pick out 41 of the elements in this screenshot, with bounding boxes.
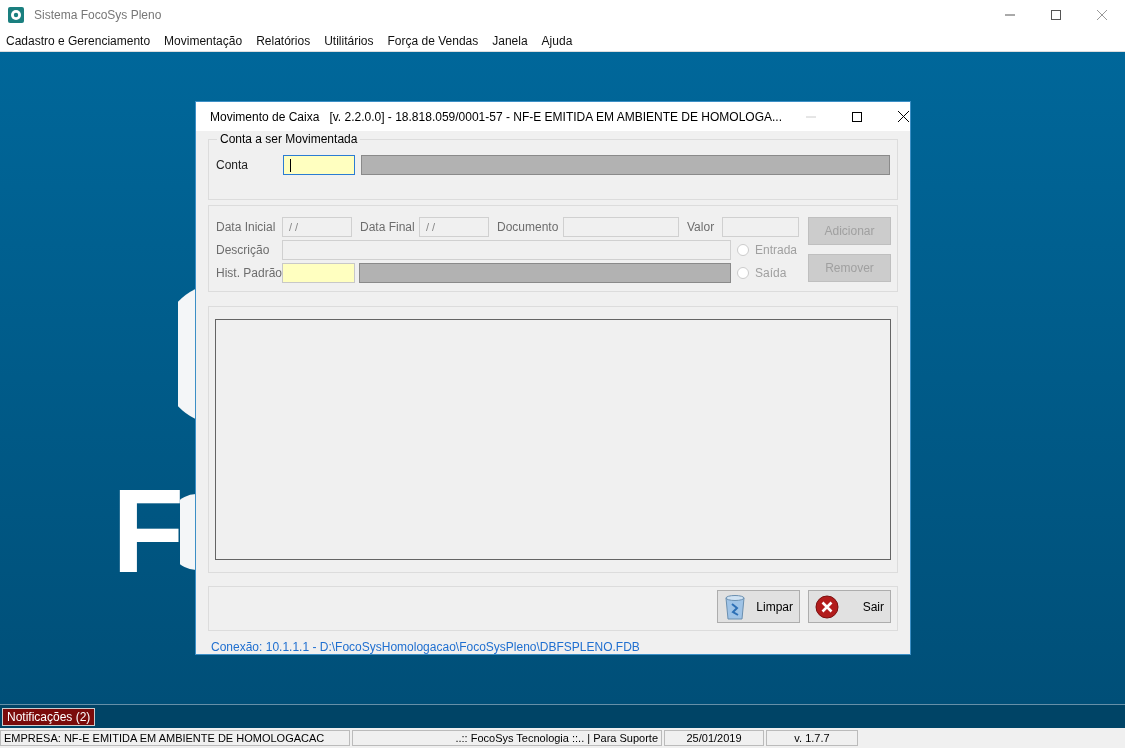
field-label: Valor [687,220,716,234]
status-bar-cell: 25/01/2019 [664,730,764,746]
status-bar-cell: ..:: FocoSys Tecnologia ::.. | Para Suporte [352,730,662,746]
minimize-icon[interactable] [1005,14,1015,16]
menu-item[interactable]: Força de Vendas [387,33,479,48]
background-logo-text: F [112,472,185,590]
field-label: Data Final [360,220,416,234]
status-bar-cell: v. 1.7.7 [766,730,858,746]
menu-item[interactable]: Ajuda [541,33,573,48]
trash-can-icon [724,593,746,620]
window-title: Sistema FocoSys Pleno [34,8,162,22]
field-label: Hist. Padrão [216,266,282,280]
history-name-field[interactable] [359,263,731,283]
maximize-icon[interactable] [852,111,862,122]
clear-button[interactable]: Limpar [717,590,800,623]
history-code-field[interactable] [282,263,355,283]
data-grid[interactable] [215,319,891,560]
menu-item[interactable]: Janela [492,33,528,48]
notifications-button[interactable]: Notificações (2) [2,707,96,726]
document-field[interactable] [563,217,679,237]
dialog-title: Movimento de Caixa [v. 2.2.0.0] - 18.818.059/0001-57 - NF-E EMITIDA EM AMBIENTE DE HOMOLOGA... [210,109,782,124]
app-logo-icon [8,7,24,23]
value-field[interactable] [722,217,799,237]
field-label: Conta [216,158,250,172]
exit-button[interactable]: Sair [808,590,891,623]
close-icon [815,594,839,619]
field-label: Data Inicial [216,220,277,234]
description-field[interactable] [282,240,731,260]
menu-item[interactable]: Cadastro e Gerenciamento [6,33,151,48]
menu-item[interactable]: Movimentação [164,33,243,48]
account-name-field[interactable] [361,155,890,175]
maximize-icon[interactable] [1051,10,1061,20]
field-label: Documento [497,220,560,234]
group-legend: Conta a ser Movimentada [217,132,361,146]
close-icon[interactable] [897,111,909,122]
status-bar-cell: EMPRESA: NF-E EMITIDA EM AMBIENTE DE HOMOLOGACAC [0,730,350,746]
account-code-field[interactable] [283,155,355,175]
field-label: Descrição [216,243,271,257]
menu-item[interactable]: Utilitários [324,33,374,48]
connection-info: Conexão: 10.1.1.1 - D:\FocoSysHomologacao\FocoSysPleno\DBFSPLENO.FDB [210,639,641,656]
menu-item[interactable]: Relatórios [256,33,311,48]
